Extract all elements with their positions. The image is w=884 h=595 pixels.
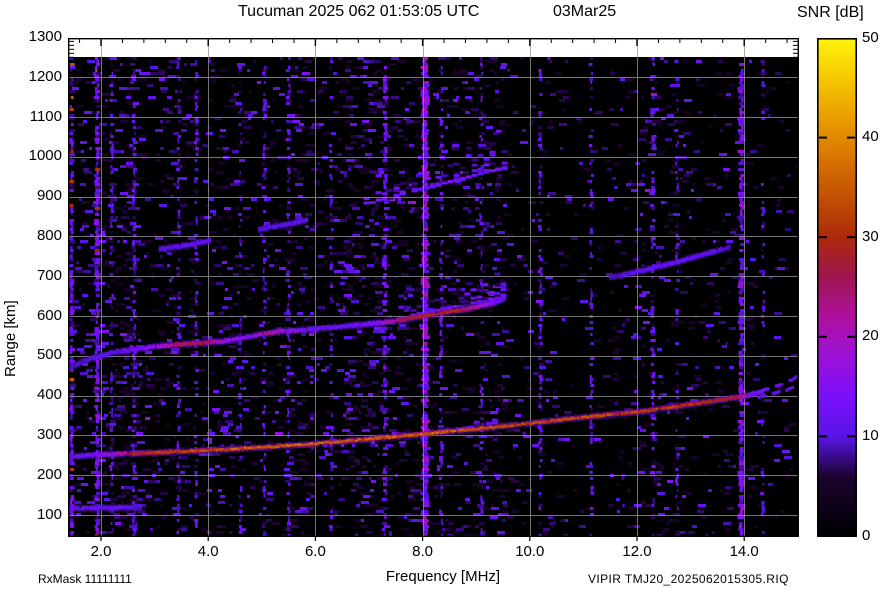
y-tick-label: 700 xyxy=(36,266,62,284)
x-tick-label: 12.0 xyxy=(622,543,652,560)
colorbar-tick-label: 50 xyxy=(862,28,879,46)
x-axis-title: Frequency [MHz] xyxy=(385,568,501,585)
y-tick-label: 200 xyxy=(36,465,62,483)
colorbar-tick-label: 40 xyxy=(862,128,879,146)
colorbar-tick-label: 10 xyxy=(862,426,879,444)
colorbar-tick-label: 30 xyxy=(862,227,879,245)
colorbar-title: SNR [dB] xyxy=(797,4,864,21)
y-tick-label: 800 xyxy=(36,226,62,244)
y-tick-label: 300 xyxy=(36,425,62,443)
y-tick-label: 900 xyxy=(36,187,62,205)
x-tick-label: 2.0 xyxy=(90,543,112,560)
x-tick-label: 8.0 xyxy=(412,543,434,560)
chart-title: Tucuman 2025 062 01:53:05 UTC xyxy=(238,3,480,20)
colorbar-tick-label: 0 xyxy=(862,526,871,544)
y-tick-label: 400 xyxy=(36,386,62,404)
y-tick-label: 1000 xyxy=(28,147,62,165)
filename-text: VIPIR TMJ20_2025062015305.RIQ xyxy=(588,572,789,586)
y-tick-label: 100 xyxy=(36,505,62,523)
x-tick-label: 14.0 xyxy=(729,543,759,560)
ionogram-plot xyxy=(68,38,803,542)
rxmask-text: RxMask 11111111 xyxy=(38,572,132,586)
y-tick-label: 1200 xyxy=(28,67,62,85)
x-tick-label: 4.0 xyxy=(197,543,219,560)
y-tick-label: 500 xyxy=(36,346,62,364)
chart-date: 03Mar25 xyxy=(553,3,617,20)
snr-colorbar xyxy=(817,38,857,537)
y-tick-label: 600 xyxy=(36,306,62,324)
x-tick-label: 10.0 xyxy=(515,543,545,560)
colorbar-tick-label: 20 xyxy=(862,327,879,345)
x-tick-label: 6.0 xyxy=(304,543,326,560)
y-tick-label: 1300 xyxy=(28,27,62,45)
ionogram-app: Tucuman 2025 062 01:53:05 UTC 03Mar25 SN… xyxy=(0,0,884,595)
y-tick-label: 1100 xyxy=(29,107,62,125)
